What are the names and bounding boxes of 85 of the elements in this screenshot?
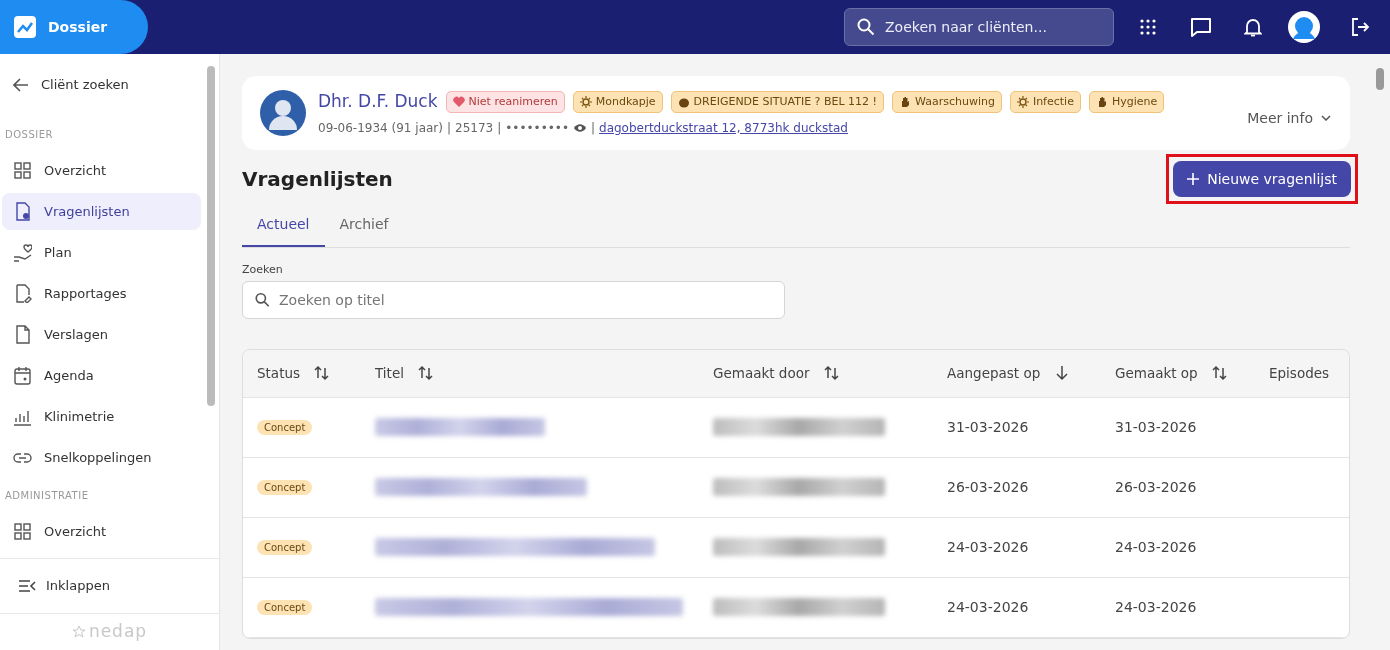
hand-heart-icon [13,243,32,262]
status-badge: Concept [257,600,313,616]
user-avatar[interactable] [1288,11,1320,43]
sort-icon[interactable] [1211,365,1228,381]
address-link[interactable]: dagobertduckstraat 12, 8773hk duckstad [599,118,848,137]
scrollbar-thumb[interactable] [1376,68,1384,90]
masked-id: ••••••••• [505,119,569,137]
column-header: Gemaakt op [1115,363,1198,383]
gear-icon [1016,96,1029,108]
tab[interactable]: Archief [324,204,404,247]
page-title: Vragenlijsten [242,167,393,191]
back-link[interactable]: Cliënt zoeken [2,66,201,103]
scrollbar-thumb[interactable] [207,66,215,406]
client-search-field[interactable]: Zoeken naar cliënten... [844,8,1114,46]
table-cell-text: 24-03-2026 [947,597,1030,617]
sidebar-item[interactable]: Vragenlijsten [2,193,201,230]
heart-icon [452,96,465,108]
gear-icon [579,96,592,108]
table-cell-text: 24-03-2026 [1115,597,1198,617]
alert-badge: Mondkapje [572,90,663,114]
table-cell-text: 26-03-2026 [1115,477,1198,497]
separator: | [497,119,502,137]
sidebar-item[interactable]: Rapportages [2,275,201,312]
calendar-icon [13,366,32,385]
sidebar-item[interactable]: Agenda [2,357,201,394]
chart-icon [12,14,38,40]
section-heading: DOSSIER [4,128,54,142]
table-cell-text: 31-03-2026 [1115,417,1198,437]
alert-badge: DREIGENDE SITUATIE ? BEL 112 ! [670,90,884,114]
table-cell-text: 31-03-2026 [947,417,1030,437]
sort-icon[interactable] [314,365,331,381]
column-header: Titel [375,363,404,383]
status-badge: Concept [257,420,313,436]
hand-icon [899,96,911,108]
sidebar-item[interactable]: Plan [2,234,201,271]
eye-icon[interactable] [572,122,587,133]
column-header: Episodes [1269,363,1330,383]
sort-icon[interactable] [417,365,434,381]
app-title: Dossier [48,17,108,37]
grid-icon [13,161,32,180]
table-cell-text: 26-03-2026 [947,477,1030,497]
section-heading: ADMINISTRATIE [4,489,90,503]
client-name: Dhr. D.F. Duck [318,90,438,114]
sidebar-item[interactable]: Overzicht [2,152,201,189]
sidebar-item[interactable]: Verslagen [2,316,201,353]
document-icon [13,202,32,221]
column-header: Status [257,363,301,383]
grid-icon [13,522,32,541]
alert-badge: Infectie [1009,90,1081,114]
document-icon [13,325,32,344]
sidebar-item[interactable]: Overzicht [2,513,201,550]
sidebar-item[interactable]: Snelkoppelingen [2,439,201,476]
sort-icon[interactable] [823,365,840,381]
apps-grid-icon[interactable] [1140,19,1156,35]
logout-icon[interactable] [1350,17,1370,37]
status-badge: Concept [257,480,313,496]
chat-icon[interactable] [1190,17,1212,37]
document-pen-icon [13,284,32,303]
collapse-button[interactable]: Inklappen [0,558,219,614]
new-questionnaire-button[interactable]: Nieuwe vragenlijst [1173,161,1351,197]
client-avatar [260,90,306,136]
column-header: Aangepast op [947,363,1041,383]
search-label: Zoeken [242,262,284,278]
back-arrow-icon [13,77,29,92]
alert-badge: Hygiene [1088,90,1165,114]
status-badge: Concept [257,540,313,556]
client-detail: 09-06-1934 (91 jaar) [318,119,443,137]
tab[interactable]: Actueel [242,204,325,247]
column-header: Gemaakt door [713,363,810,383]
chevron-down-icon [1321,115,1331,121]
arrow-down-icon[interactable] [1054,365,1071,381]
bell-icon[interactable] [1244,17,1262,37]
separator: | [447,119,452,137]
title-search-field[interactable]: Zoeken op titel [242,280,785,319]
table-cell-text: 24-03-2026 [947,537,1030,557]
star-icon [71,625,86,639]
collapse-icon [18,579,36,593]
sidebar-item[interactable]: Klinimetrie [2,398,201,435]
alert-badge: Waarschuwing [892,90,1002,114]
table-cell-text: 24-03-2026 [1115,537,1198,557]
more-info-button[interactable]: Meer info [1246,106,1332,130]
client-detail: 25173 [455,119,494,137]
separator: | [590,119,595,137]
plus-icon [1187,173,1200,185]
alert-badge: Niet reanimeren [445,90,565,114]
